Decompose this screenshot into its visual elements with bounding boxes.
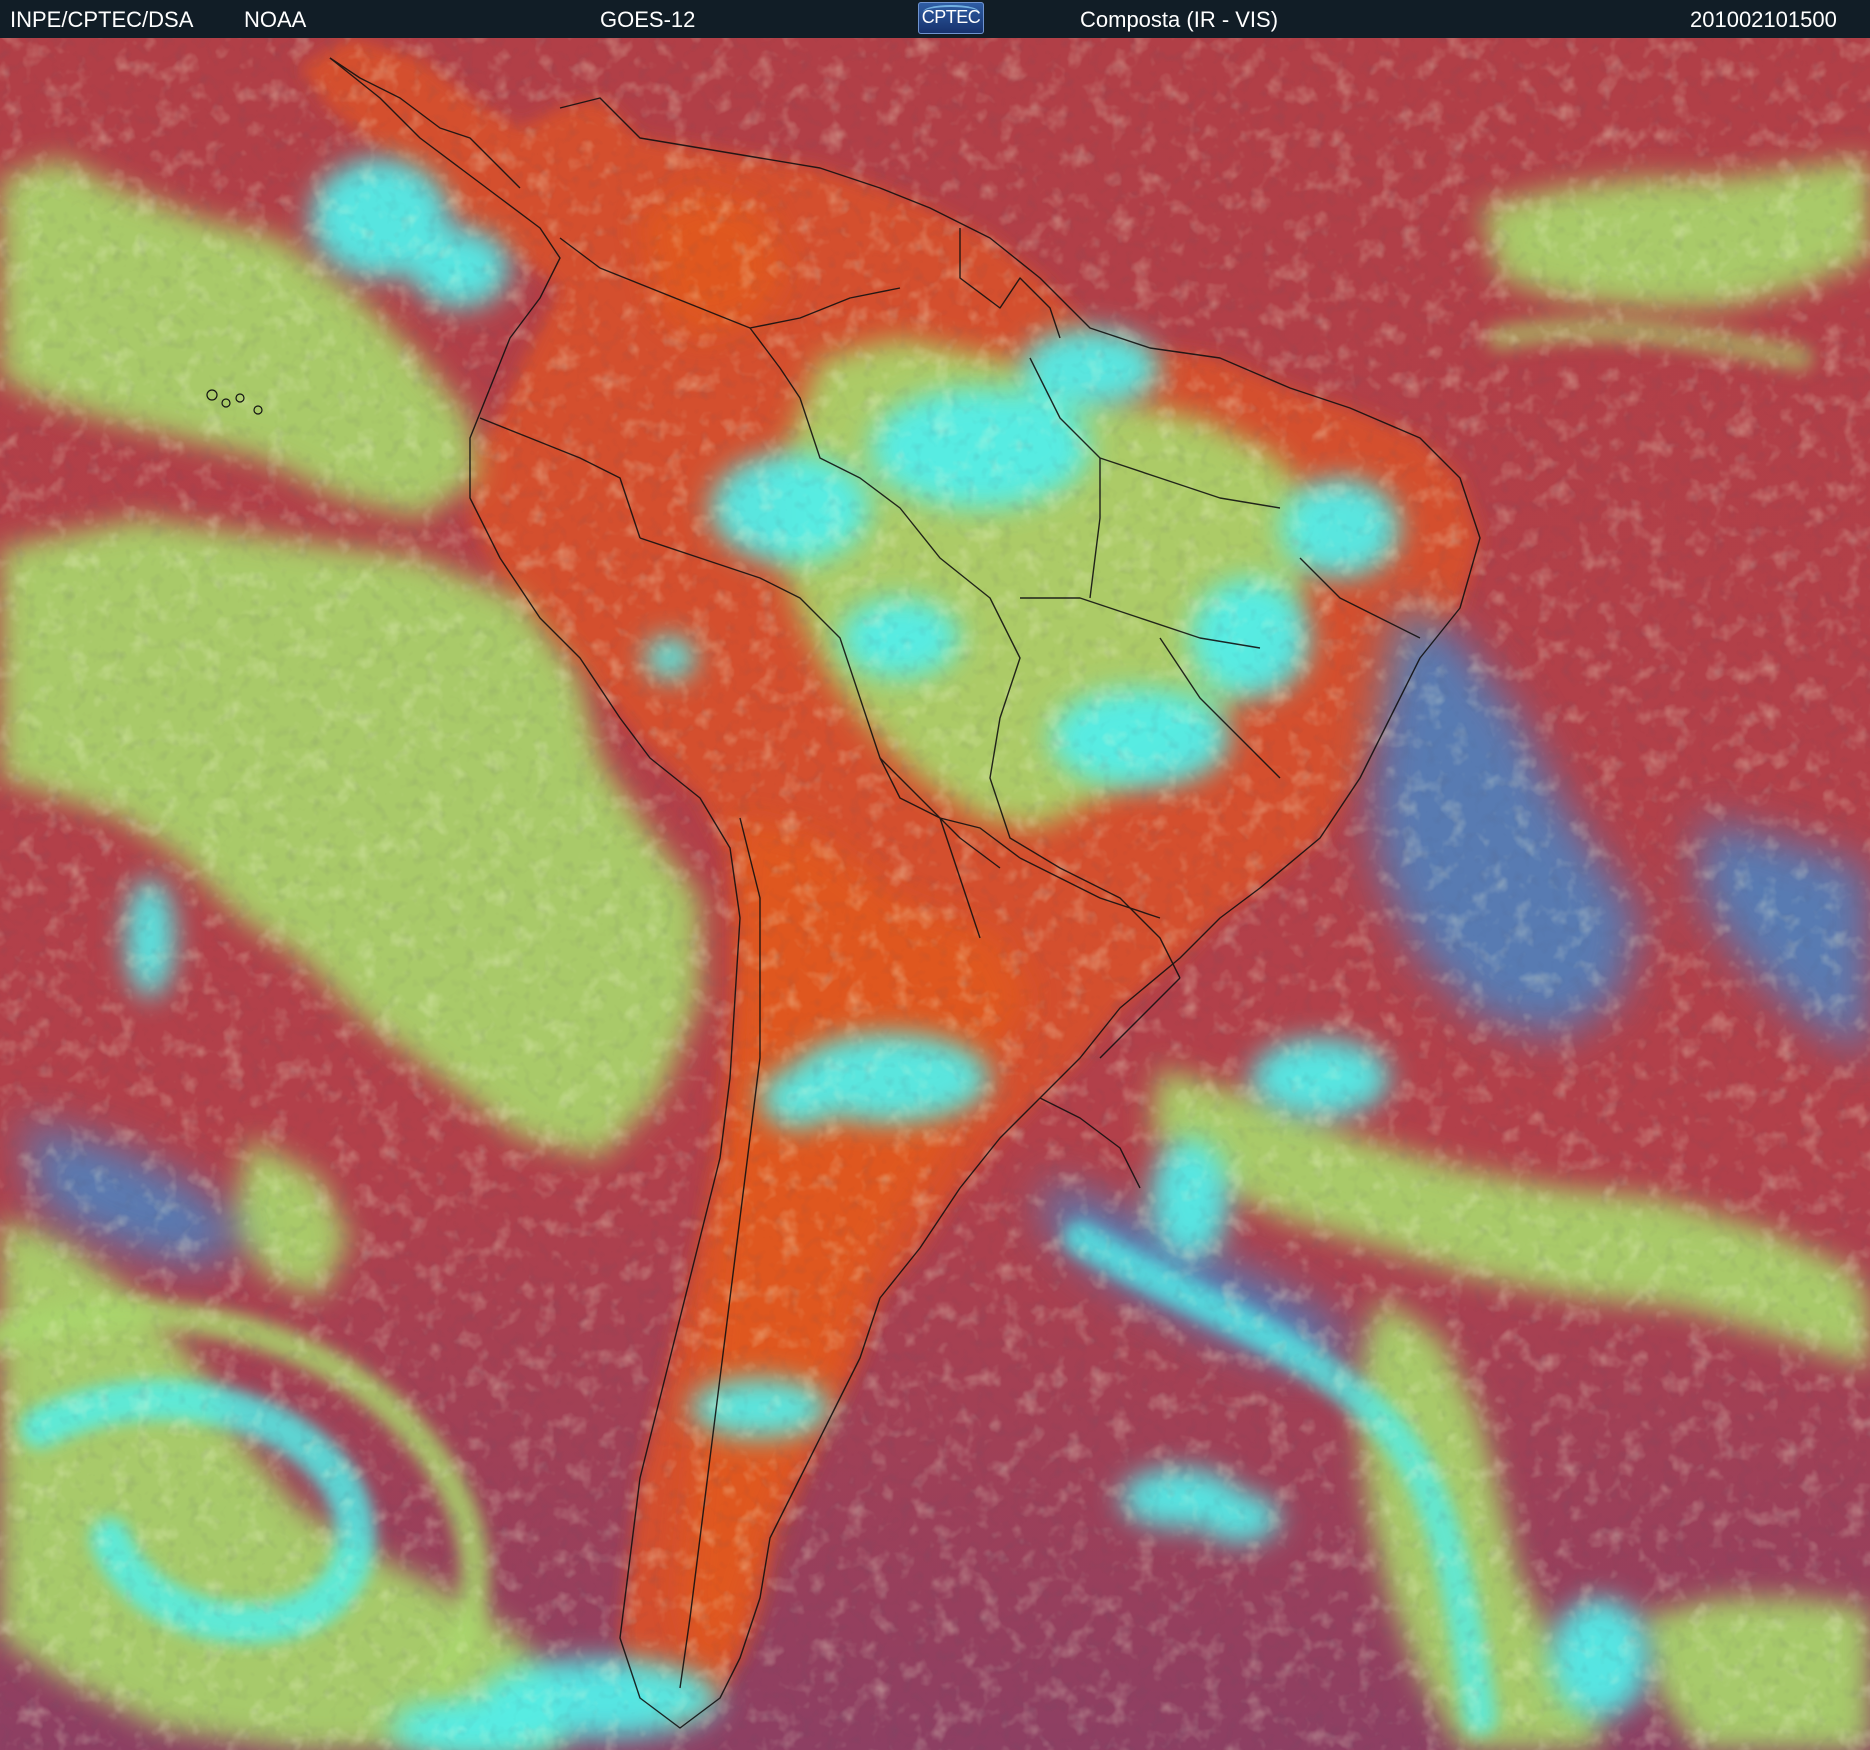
satellite-image [0, 38, 1870, 1750]
product-label: Composta (IR - VIS) [1080, 7, 1279, 32]
image-header: INPE/CPTEC/DSA NOAA GOES-12 CPTEC Compos… [0, 0, 1870, 38]
agency-label: NOAA [244, 7, 307, 32]
satellite-label: GOES-12 [600, 7, 696, 32]
cptec-logo: CPTEC [918, 2, 984, 34]
source-label: INPE/CPTEC/DSA [10, 7, 194, 32]
timestamp-label: 201002101500 [1690, 7, 1837, 32]
satellite-composite-map [0, 38, 1870, 1750]
